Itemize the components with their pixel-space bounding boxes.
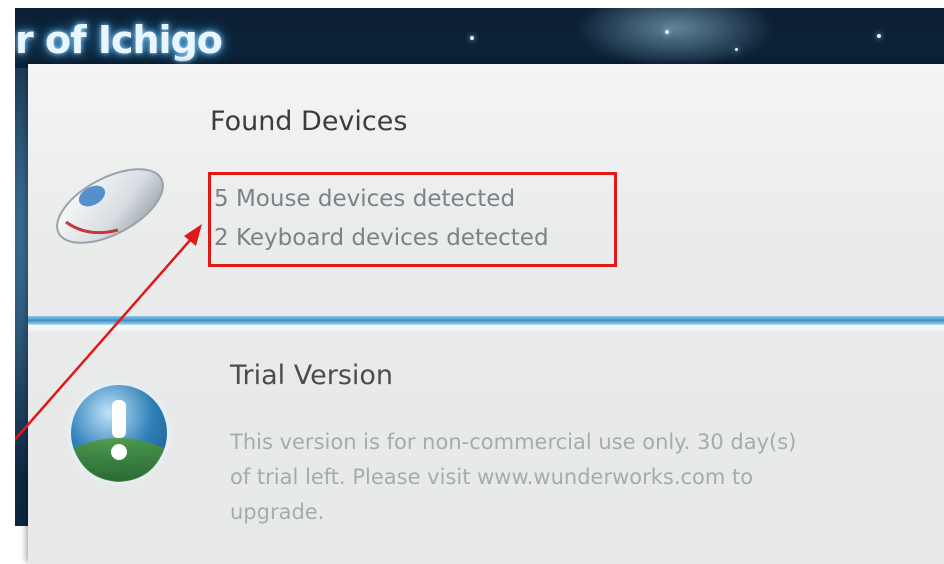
- left-margin: [0, 0, 15, 534]
- annotation-arrow: [3, 224, 202, 453]
